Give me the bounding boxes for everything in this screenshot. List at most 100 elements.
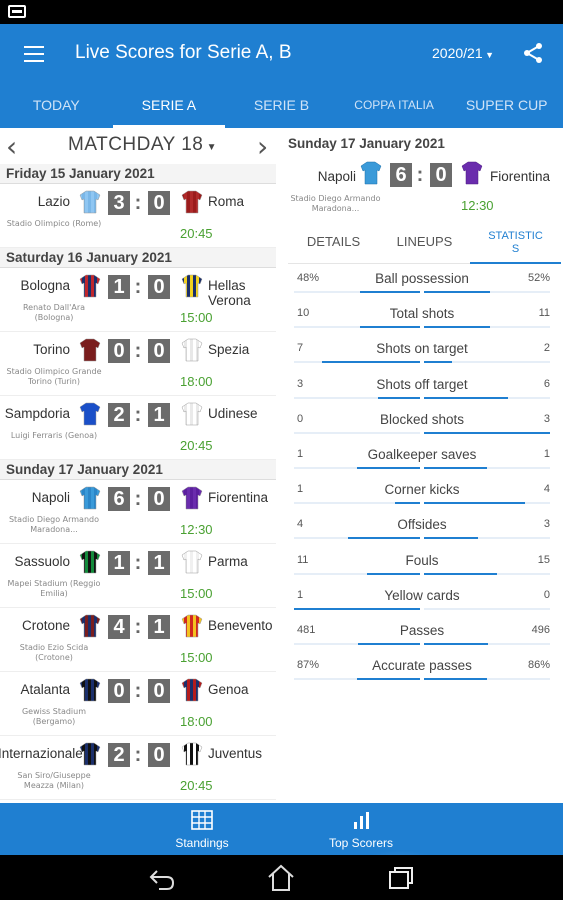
- tab-today[interactable]: TODAY: [0, 84, 113, 128]
- stat-home-value: 48%: [297, 272, 320, 284]
- stat-away-value: 4: [543, 483, 550, 496]
- stat-row: 87% Accurate passes 86%: [292, 653, 552, 688]
- day-header: Sunday 17 January 2021: [0, 460, 276, 480]
- tab-lineups[interactable]: LINEUPS: [379, 224, 470, 263]
- away-shirt-icon: [181, 742, 203, 766]
- home-team: Internazionale: [0, 746, 83, 761]
- tab-serie-b[interactable]: SERIE B: [225, 84, 338, 128]
- home-icon[interactable]: [266, 863, 296, 893]
- home-shirt-icon: [79, 486, 101, 510]
- stat-row: 481 Passes 496: [292, 618, 552, 653]
- match-row[interactable]: Atalanta 0:0 Genoa Gewiss Stadium (Bergamo)…: [0, 672, 276, 736]
- home-score: 4: [108, 615, 130, 639]
- previous-matchday-icon[interactable]: ‹: [6, 130, 17, 163]
- away-team: Udinese: [208, 406, 258, 421]
- away-score: 0: [148, 743, 170, 767]
- match-row[interactable]: Lazio 3:0 Roma Stadio Olimpico (Rome) 20:45: [0, 184, 276, 248]
- back-icon[interactable]: [147, 863, 177, 893]
- app-title: Live Scores for Serie A, B: [75, 42, 292, 63]
- stat-home-bar: [294, 607, 420, 610]
- away-team: Benevento: [208, 618, 273, 633]
- home-shirt-icon: [79, 742, 101, 766]
- stat-row: 48% Ball possession 52%: [292, 266, 552, 301]
- away-score: 1: [148, 615, 170, 639]
- away-shirt-icon: [181, 338, 203, 362]
- stat-away-bar: [424, 642, 550, 645]
- stat-row: 1 Corner kicks 4: [292, 477, 552, 512]
- stat-home-value: 1: [297, 588, 304, 601]
- detail-away-team: Fiorentina: [490, 169, 551, 184]
- away-team: Roma: [208, 194, 245, 209]
- photo-notification-icon: [8, 5, 26, 18]
- detail-home-score: 6: [390, 163, 412, 187]
- menu-icon[interactable]: [24, 46, 44, 62]
- kickoff-time: 20:45: [180, 778, 213, 793]
- stat-label: Blocked shots: [379, 411, 465, 427]
- stat-away-bar: [424, 396, 550, 399]
- stat-home-value: 0: [297, 412, 304, 425]
- away-team: Fiorentina: [208, 490, 269, 505]
- tab-super-cup[interactable]: SUPER CUP: [450, 84, 563, 128]
- matchday-selector: ‹ MATCHDAY 18 ▼ ›: [0, 128, 280, 164]
- system-navigation-bar: [0, 855, 563, 900]
- statistics-list: 48% Ball possession 52% 10 Total shots 11 7 Sho…: [292, 266, 552, 688]
- stat-away-bar: [424, 466, 550, 469]
- stadium-name: Luigi Ferraris (Genoa): [10, 431, 98, 440]
- stat-home-bar: [294, 431, 420, 434]
- home-score: 3: [108, 191, 130, 215]
- home-score: 0: [108, 679, 130, 703]
- recent-apps-icon[interactable]: [386, 863, 416, 893]
- stat-home-value: 481: [297, 623, 316, 636]
- tab-statistics[interactable]: STATISTIC S: [470, 224, 561, 264]
- match-row[interactable]: Napoli 6:0 Fiorentina Stadio Diego Armando …: [0, 480, 276, 544]
- tab-coppa-italia[interactable]: COPPA ITALIA: [338, 84, 451, 128]
- stat-label: Offsides: [397, 517, 447, 533]
- app-bar: Live Scores for Serie A, B 2020/21 ▼: [0, 24, 563, 84]
- stat-label: Corner kicks: [384, 482, 460, 498]
- stat-row: 1 Yellow cards 0: [292, 583, 552, 618]
- season-selector[interactable]: 2020/21 ▼: [432, 45, 494, 61]
- stadium-name: Stadio Olimpico Grande Torino (Turin): [6, 367, 102, 386]
- match-row[interactable]: Sassuolo 1:1 Parma Mapei Stadium (Reggio Em…: [0, 544, 276, 608]
- stat-away-bar: [424, 361, 550, 364]
- next-matchday-icon[interactable]: ›: [257, 130, 268, 163]
- stat-away-value: 86%: [527, 659, 550, 672]
- tab-details[interactable]: DETAILS: [288, 224, 379, 263]
- match-row[interactable]: Crotone 4:1 Benevento Stadio Ezio Scida (Cr…: [0, 608, 276, 672]
- stat-home-bar: [294, 291, 420, 293]
- stat-away-value: 3: [543, 412, 550, 425]
- standings-button[interactable]: Standings: [152, 803, 252, 850]
- away-team: Juventus: [208, 746, 263, 761]
- match-row[interactable]: Internazionale 2:0 Juventus San Siro/Giusep…: [0, 736, 276, 800]
- stat-away-value: 52%: [527, 272, 550, 284]
- match-row[interactable]: Bologna 1:0 Hellas Verona Renato Dall'Ara (…: [0, 268, 276, 332]
- stat-home-value: 3: [297, 377, 304, 390]
- share-icon[interactable]: [522, 42, 544, 64]
- away-shirt-icon: [181, 614, 203, 638]
- match-row[interactable]: Sampdoria 2:1 Udinese Luigi Ferraris (Genoa…: [0, 396, 276, 460]
- dropdown-arrow-icon: ▼: [203, 142, 218, 153]
- stat-away-bar: [424, 607, 550, 610]
- match-row[interactable]: Torino 0:0 Spezia Stadio Olimpico Grande To…: [0, 332, 276, 396]
- stat-away-value: 1: [543, 447, 550, 460]
- kickoff-time: 15:00: [180, 310, 213, 325]
- tab-serie-a[interactable]: SERIE A: [112, 84, 226, 128]
- home-team: Crotone: [21, 618, 70, 633]
- home-team: Sampdoria: [4, 406, 70, 421]
- top-scorers-button[interactable]: Top Scorers: [311, 803, 411, 850]
- home-team: Torino: [33, 342, 70, 357]
- home-team: Bologna: [20, 278, 70, 293]
- stat-home-bar: [294, 537, 420, 540]
- dropdown-arrow-icon: ▼: [482, 50, 495, 60]
- home-shirt-icon: [79, 274, 101, 298]
- away-shirt-icon: [181, 678, 203, 702]
- stat-home-value: 11: [297, 553, 309, 566]
- napoli-shirt-icon: [360, 161, 382, 185]
- detail-away-score: 0: [430, 163, 452, 187]
- stadium-name: Renato Dall'Ara (Bologna): [22, 303, 86, 322]
- kickoff-time: 12:30: [180, 522, 213, 537]
- fiorentina-shirt-icon: [461, 161, 483, 185]
- matchday-label[interactable]: MATCHDAY 18 ▼: [68, 134, 217, 156]
- stadium-name: Stadio Ezio Scida (Crotone): [19, 643, 89, 662]
- away-score: 0: [148, 191, 170, 215]
